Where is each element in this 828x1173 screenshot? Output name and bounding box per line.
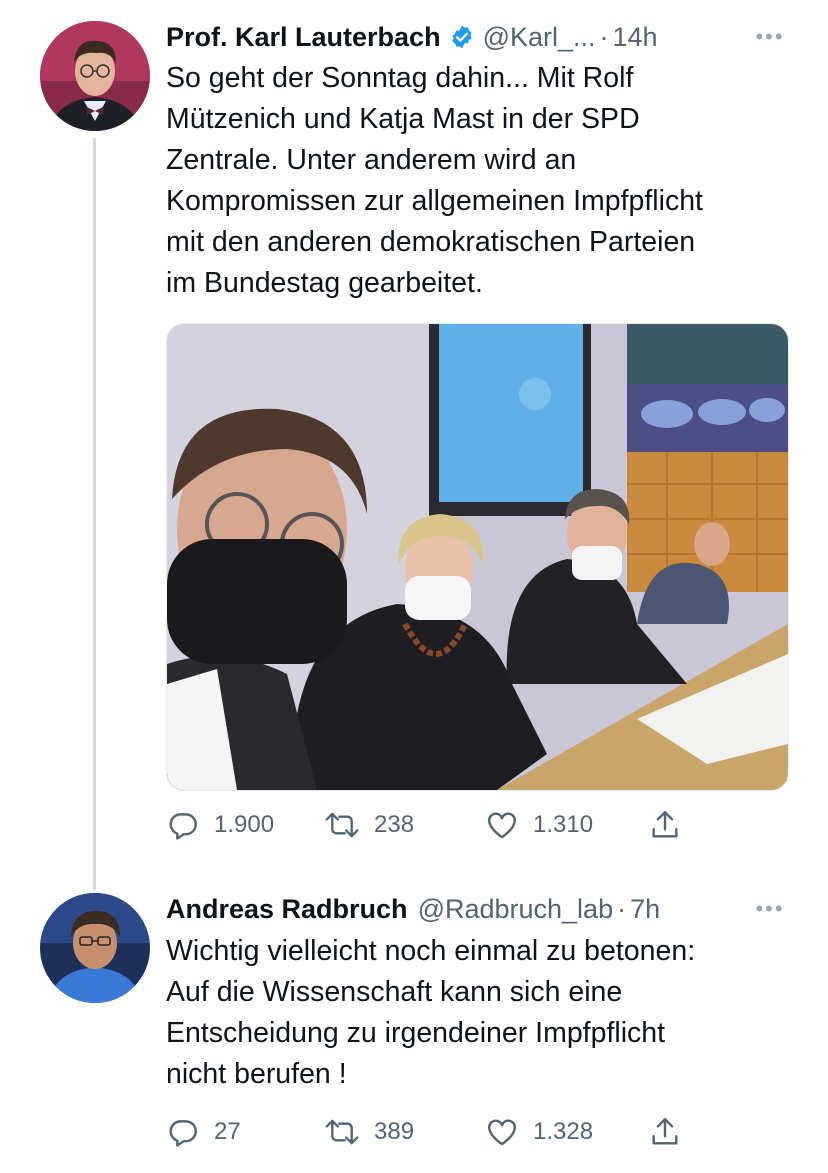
share-button[interactable]	[648, 1112, 696, 1152]
avatar-radbruch[interactable]	[40, 893, 150, 1003]
retweet-icon	[325, 812, 359, 838]
reply-button[interactable]: 27	[166, 1112, 241, 1152]
reply-icon	[169, 813, 197, 840]
thread-connector-line	[93, 138, 96, 890]
like-count: 1.310	[533, 811, 594, 838]
like-icon	[488, 1119, 516, 1146]
author-handle[interactable]: @Radbruch_lab	[418, 894, 614, 925]
tweet-time[interactable]: 7h	[630, 894, 660, 925]
header-separator: ·	[617, 893, 627, 924]
reply-count: 1.900	[214, 811, 275, 838]
share-button[interactable]	[648, 805, 696, 845]
like-count: 1.328	[533, 1118, 594, 1145]
retweet-button[interactable]: 238	[324, 805, 414, 845]
like-button[interactable]: 1.328	[485, 1112, 593, 1152]
retweet-button[interactable]: 389	[324, 1112, 414, 1152]
tweet-header: Prof. Karl Lauterbach @Karl_... · 14h	[166, 17, 658, 57]
tweet-photo[interactable]	[166, 323, 789, 791]
tweet-header: Andreas Radbruch @Radbruch_lab · 7h	[166, 889, 660, 929]
more-icon[interactable]: •••	[752, 889, 788, 929]
author-name[interactable]: Andreas Radbruch	[166, 894, 408, 925]
reply-count: 27	[214, 1118, 241, 1145]
share-icon	[652, 1118, 678, 1145]
tweet-actions: 27 389 1.328	[166, 1112, 726, 1152]
tweet-time[interactable]: 14h	[613, 22, 658, 53]
like-icon	[488, 812, 516, 839]
more-icon[interactable]: •••	[752, 17, 788, 57]
retweet-icon	[325, 1119, 359, 1145]
avatar-lauterbach[interactable]	[40, 21, 150, 131]
tweet-text: Wichtig vielleicht noch einmal zu betone…	[166, 935, 696, 1090]
tweet-actions: 1.900 238 1.310	[166, 805, 726, 845]
retweet-count: 389	[374, 1118, 415, 1145]
author-name[interactable]: Prof. Karl Lauterbach	[166, 22, 441, 53]
author-handle[interactable]: @Karl_...	[483, 22, 596, 53]
reply-button[interactable]: 1.900	[166, 805, 274, 845]
retweet-count: 238	[374, 811, 415, 838]
verified-badge-icon	[449, 24, 475, 50]
share-icon	[652, 811, 678, 838]
tweet-text: So geht der Sonntag dahin... Mit Rolf Mü…	[166, 62, 703, 299]
like-button[interactable]: 1.310	[485, 805, 593, 845]
header-separator: ·	[599, 21, 609, 52]
reply-icon	[169, 1120, 197, 1147]
